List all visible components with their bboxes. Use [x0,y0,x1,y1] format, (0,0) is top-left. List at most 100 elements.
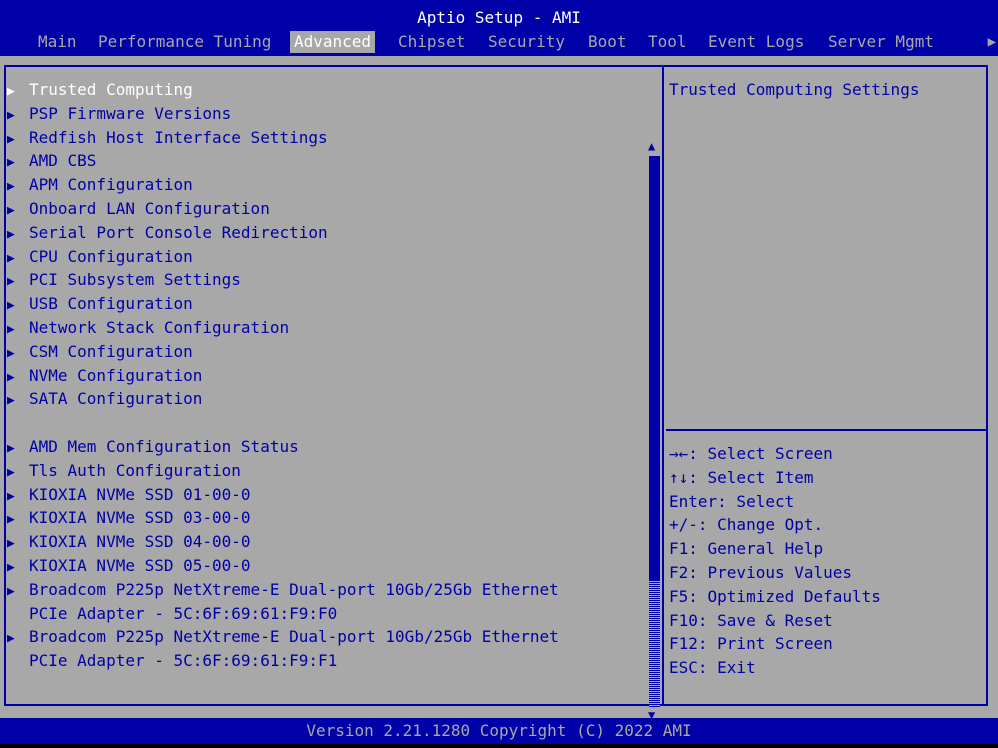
menu-item-amd-cbs[interactable]: ▶ AMD CBS [7,149,647,173]
menu-item-redfish-host-interface[interactable]: ▶ Redfish Host Interface Settings [7,126,647,150]
submenu-arrow-icon: ▶ [7,345,15,361]
key-general-help: F1: General Help [669,539,824,559]
title-bar: Aptio Setup - AMI Main Performance Tunin… [0,0,998,56]
tab-server-mgmt[interactable]: Server Mgmt [824,31,938,53]
menu-item-broadcom-nic-f0-line2[interactable]: PCIe Adapter - 5C:6F:69:61:F9:F0 [7,602,647,626]
menu-item-kioxia-nvme-ssd-04[interactable]: ▶ KIOXIA NVMe SSD 04-00-0 [7,530,647,554]
menu-item-label: Network Stack Configuration [29,317,290,337]
main-area: ▶ Trusted Computing ▶ PSP Firmware Version… [0,56,998,721]
submenu-arrow-icon: ▶ [7,440,15,456]
menu-item-label: CSM Configuration [29,341,193,361]
settings-menu: ▶ Trusted Computing ▶ PSP Firmware Version… [7,78,647,673]
menu-item-onboard-lan[interactable]: ▶ Onboard LAN Configuration [7,197,647,221]
key-legend: →←: Select Screen ↑↓: Select Item Enter:… [669,442,987,680]
submenu-arrow-icon: ▶ [7,464,15,480]
menu-item-broadcom-nic-f1-line2[interactable]: PCIe Adapter - 5C:6F:69:61:F9:F1 [7,649,647,673]
tab-tool[interactable]: Tool [644,31,691,53]
key-optimized-defaults: F5: Optimized Defaults [669,586,881,606]
submenu-arrow-icon: ▶ [7,155,15,171]
submenu-arrow-icon: ▶ [7,321,15,337]
tab-event-logs[interactable]: Event Logs [704,31,808,53]
menu-item-kioxia-nvme-ssd-05[interactable]: ▶ KIOXIA NVMe SSD 05-00-0 [7,554,647,578]
menu-item-apm-configuration[interactable]: ▶ APM Configuration [7,173,647,197]
scroll-up-icon[interactable]: ▲ [648,140,655,152]
menu-item-label: USB Configuration [29,294,193,314]
menu-item-label: AMD CBS [29,151,97,171]
menu-spacer [7,411,647,435]
submenu-arrow-icon: ▶ [7,107,15,123]
menu-item-label: CPU Configuration [29,246,193,266]
menu-item-kioxia-nvme-ssd-03[interactable]: ▶ KIOXIA NVMe SSD 03-00-0 [7,506,647,530]
menu-item-label: Serial Port Console Redirection [29,222,328,242]
submenu-arrow-icon: ▶ [7,274,15,290]
tab-chipset[interactable]: Chipset [394,31,469,53]
key-change-opt: +/-: Change Opt. [669,515,824,535]
menu-item-label: Trusted Computing [29,80,193,99]
submenu-arrow-icon: ▶ [7,131,15,147]
menu-item-tls-auth-configuration[interactable]: ▶ Tls Auth Configuration [7,459,647,483]
panel-divider [662,65,664,706]
menu-item-label: Tls Auth Configuration [29,460,241,480]
menu-item-serial-port-console[interactable]: ▶ Serial Port Console Redirection [7,221,647,245]
key-save-reset: F10: Save & Reset [669,610,833,630]
menu-item-label: Redfish Host Interface Settings [29,127,328,147]
menu-item-label: NVMe Configuration [29,365,203,385]
submenu-arrow-icon: ▶ [7,559,15,575]
menu-item-label: KIOXIA NVMe SSD 01-00-0 [29,484,251,504]
menu-item-nvme-configuration[interactable]: ▶ NVMe Configuration [7,364,647,388]
submenu-arrow-icon: ▶ [7,179,15,195]
key-previous-values: F2: Previous Values [669,562,853,582]
footer-bar: Version 2.21.1280 Copyright (C) 2022 AMI [0,718,998,744]
menu-item-broadcom-nic-f1[interactable]: ▶ Broadcom P225p NetXtreme-E Dual-port 10… [7,625,647,649]
tab-advanced[interactable]: Advanced [290,31,376,53]
menu-item-trusted-computing[interactable]: ▶ Trusted Computing [7,78,647,102]
menu-item-broadcom-nic-f0[interactable]: ▶ Broadcom P225p NetXtreme-E Dual-port 10… [7,578,647,602]
tab-boot[interactable]: Boot [584,31,631,53]
scrollbar-thumb[interactable] [649,156,660,581]
menu-item-kioxia-nvme-ssd-01[interactable]: ▶ KIOXIA NVMe SSD 01-00-0 [7,483,647,507]
menu-item-pci-subsystem[interactable]: ▶ PCI Subsystem Settings [7,268,647,292]
submenu-arrow-icon: ▶ [7,393,15,409]
tab-security[interactable]: Security [484,31,569,53]
submenu-arrow-icon: ▶ [7,250,15,266]
help-divider [666,429,988,431]
tab-scroll-right-icon[interactable]: ▶ [988,31,996,53]
submenu-arrow-icon: ▶ [7,298,15,314]
menu-item-label: KIOXIA NVMe SSD 04-00-0 [29,532,251,552]
menu-item-label: SATA Configuration [29,389,203,409]
key-select-item: ↑↓: Select Item [669,467,814,487]
key-select-screen: →←: Select Screen [669,444,833,463]
submenu-arrow-icon: ▶ [7,536,15,552]
menu-item-label: Onboard LAN Configuration [29,198,270,218]
menu-item-cpu-configuration[interactable]: ▶ CPU Configuration [7,245,647,269]
key-print-screen: F12: Print Screen [669,634,833,654]
menu-item-label: PSP Firmware Versions [29,103,232,123]
tab-performance-tuning[interactable]: Performance Tuning [94,31,275,53]
menu-item-usb-configuration[interactable]: ▶ USB Configuration [7,292,647,316]
menu-item-label: PCI Subsystem Settings [29,270,241,290]
menu-item-network-stack[interactable]: ▶ Network Stack Configuration [7,316,647,340]
menu-item-csm-configuration[interactable]: ▶ CSM Configuration [7,340,647,364]
menu-item-label: KIOXIA NVMe SSD 03-00-0 [29,508,251,528]
tab-bar: Main Performance Tuning Advanced Chipset… [0,31,998,53]
menu-item-label: AMD Mem Configuration Status [29,436,299,456]
menu-item-psp-firmware-versions[interactable]: ▶ PSP Firmware Versions [7,102,647,126]
submenu-arrow-icon: ▶ [7,488,15,504]
key-exit: ESC: Exit [669,658,756,678]
menu-item-label: Broadcom P225p NetXtreme-E Dual-port 10G… [29,579,559,599]
key-enter-select: Enter: Select [669,491,795,511]
submenu-arrow-icon: ▶ [7,631,15,647]
submenu-arrow-icon: ▶ [7,512,15,528]
menu-item-amd-mem-configuration-status[interactable]: ▶ AMD Mem Configuration Status [7,435,647,459]
submenu-arrow-icon: ▶ [7,202,15,218]
help-description: Trusted Computing Settings [669,80,920,99]
menu-item-sata-configuration[interactable]: ▶ SATA Configuration [7,387,647,411]
menu-item-label: KIOXIA NVMe SSD 05-00-0 [29,555,251,575]
submenu-arrow-icon: ▶ [7,369,15,385]
menu-item-label: Broadcom P225p NetXtreme-E Dual-port 10G… [29,627,559,647]
version-copyright: Version 2.21.1280 Copyright (C) 2022 AMI [306,721,692,740]
tab-main[interactable]: Main [34,31,81,53]
window-title: Aptio Setup - AMI [417,8,581,27]
submenu-arrow-icon: ▶ [7,84,15,99]
submenu-arrow-icon: ▶ [7,226,15,242]
